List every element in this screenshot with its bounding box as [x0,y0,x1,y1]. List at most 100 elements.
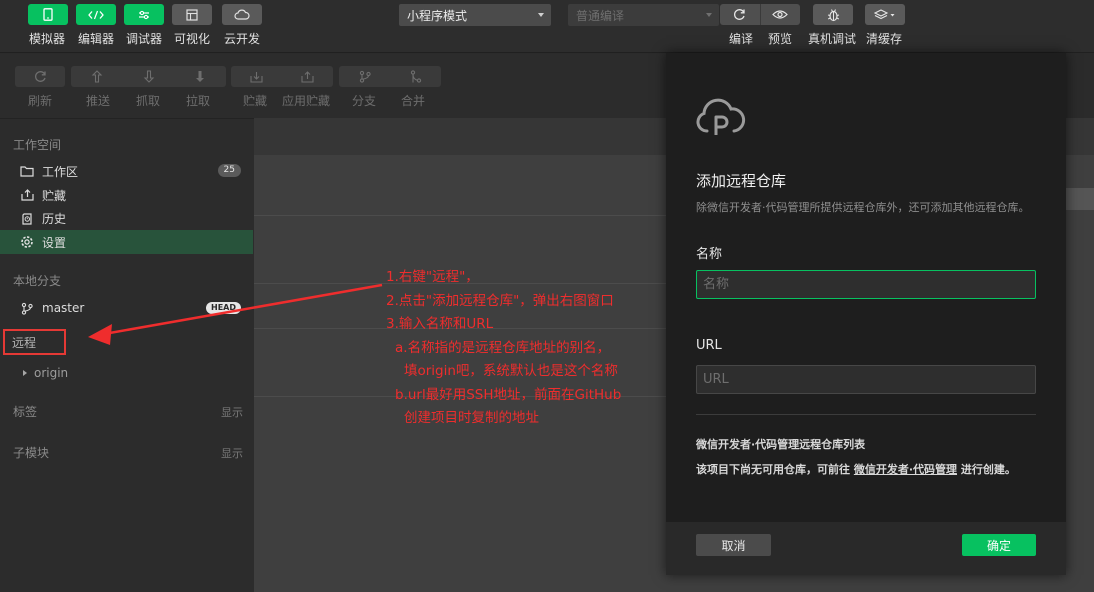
url-label: URL [696,338,722,353]
workspace-section-title: 工作空间 [13,138,62,152]
debugger-button[interactable] [124,4,164,25]
tags-show-button[interactable]: 显示 [221,404,243,420]
remote-item-origin[interactable]: origin [23,366,68,380]
fetch-icon [143,70,154,83]
git-pull-label: 拉取 [186,94,211,108]
git-pull-button[interactable] [174,70,226,83]
compile-select-value: 普通编译 [576,8,625,23]
compile-button[interactable] [720,4,760,25]
mode-select-value: 小程序模式 [407,8,468,23]
cloud-repo-logo-icon [696,98,746,135]
simulator-label: 模拟器 [29,32,66,46]
git-fetch-button[interactable] [123,70,175,83]
cloud-icon [234,9,250,20]
confirm-button[interactable]: 确定 [962,534,1036,556]
sidebar: 工作空间 工作区 25 贮藏 历史 设置 本地分支 master HEAD 标签… [0,118,254,592]
git-stash-label: 贮藏 [243,94,268,108]
chevron-down-icon [706,13,712,17]
debugger-label: 调试器 [126,32,163,46]
name-input[interactable] [696,270,1036,299]
git-sync-group [71,66,226,87]
annotation-line: 3.输入名称和URL [386,316,494,332]
code-management-link[interactable]: 微信开发者·代码管理 [854,463,957,476]
main-right-strip [1066,188,1094,210]
refresh-icon [734,9,745,20]
push-icon [91,70,103,83]
folder-icon [19,163,35,179]
annotation-line: 填origin吧，系统默认也是这个名称 [404,363,618,379]
annotation-line: a.名称指的是远程仓库地址的别名， [395,339,611,356]
compile-label: 编译 [729,32,754,46]
git-branch-label: 分支 [352,94,377,108]
dialog-title: 添加远程仓库 [696,172,787,190]
sidebar-item-stash[interactable]: 贮藏 [0,183,253,207]
compile-select[interactable]: 普通编译 [568,4,719,26]
submodule-section-title: 子模块 [13,446,50,460]
dialog-description: 除微信开发者·代码管理所提供远程仓库外，还可添加其他远程仓库。 [696,201,1030,214]
annotation-text: 1.右键"远程"， 2.点击"添加远程仓库"，弹出右图窗口 3.输入名称和URL… [386,266,621,431]
merge-icon [410,70,421,83]
cloud-dev-button[interactable] [222,4,262,25]
simulator-button[interactable] [28,4,68,25]
preview-label: 预览 [768,32,793,46]
eye-icon [772,10,789,19]
editor-label: 编辑器 [78,32,115,46]
branch-item-master[interactable]: master HEAD [0,296,253,320]
bug-icon [827,8,839,21]
annotation-line: 2.点击"添加远程仓库"，弹出右图窗口 [386,292,614,309]
local-branch-section-title: 本地分支 [13,274,62,288]
editor-button[interactable] [76,4,116,25]
divider [254,215,666,216]
empty-text-suffix: 进行创建。 [957,463,1016,476]
apply-stash-icon [301,70,314,83]
sidebar-item-label: 历史 [42,211,67,226]
cancel-button[interactable]: 取消 [696,534,771,556]
clear-cache-label: 清缓存 [866,32,903,46]
code-icon [88,10,104,19]
layout-icon [186,8,198,21]
remote-item-label: origin [34,366,69,380]
name-label: 名称 [696,247,723,262]
clear-cache-button[interactable] [865,4,905,25]
sidebar-item-history[interactable]: 历史 [0,206,253,230]
annotation-line: b.url最好用SSH地址，前面在GitHub [395,386,622,403]
git-branch-group [339,66,441,87]
visual-button[interactable] [172,4,212,25]
annotation-line: 创建项目时复制的地址 [404,410,539,426]
git-merge-button[interactable] [390,70,441,83]
annotation-line: 1.右键"远程"， [386,269,479,285]
history-icon [19,210,35,226]
add-remote-dialog: 添加远程仓库 除微信开发者·代码管理所提供远程仓库外，还可添加其他远程仓库。 名… [666,53,1066,575]
chevron-right-icon [23,370,27,376]
git-push-button[interactable] [71,70,123,83]
debugger-icon [139,10,149,19]
sidebar-item-label: 工作区 [42,164,79,179]
git-stash-group [231,66,333,87]
refresh-icon [34,71,46,82]
preview-button[interactable] [759,4,801,25]
git-push-label: 推送 [86,94,111,108]
branch-name: master [42,301,85,315]
git-apply-stash-button[interactable] [282,70,333,83]
top-toolbar: 模拟器 编辑器 调试器 可视化 云开发 小程序模式 普通编译 编译 预览 真机调… [0,0,1094,53]
sidebar-item-workspace[interactable]: 工作区 25 [0,159,253,183]
real-device-debug-label: 真机调试 [808,32,857,46]
real-device-debug-button[interactable] [813,4,853,25]
branch-icon [19,300,35,316]
sidebar-item-settings[interactable]: 设置 [0,230,253,254]
remote-list-empty-text: 该项目下尚无可用仓库，可前往 微信开发者·代码管理 进行创建。 [696,462,1041,478]
head-badge: HEAD [206,302,241,314]
empty-text-prefix: 该项目下尚无可用仓库，可前往 [696,463,854,476]
pull-icon [196,71,205,82]
tags-section-title: 标签 [13,405,38,419]
git-branch-button[interactable] [339,70,390,83]
git-stash-button[interactable] [231,71,282,83]
dialog-footer: 取消 确定 [666,522,1066,575]
remote-section-title[interactable]: 远程 [12,334,36,351]
mode-select[interactable]: 小程序模式 [399,4,551,26]
url-input[interactable] [696,365,1036,394]
phone-icon [43,8,53,21]
git-refresh-button[interactable] [15,66,65,87]
submodule-show-button[interactable]: 显示 [221,445,243,461]
layers-icon [874,8,895,19]
